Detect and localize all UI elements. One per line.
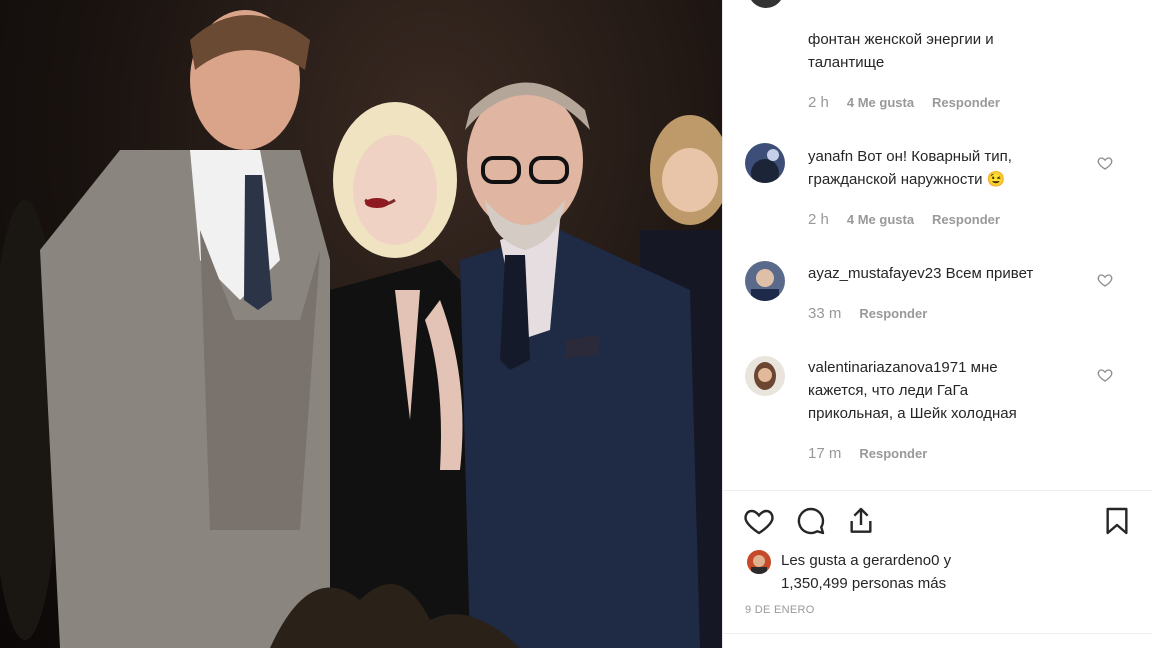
divider bbox=[723, 633, 1152, 634]
share-icon[interactable] bbox=[845, 505, 877, 537]
comment-meta: 17 m Responder bbox=[808, 445, 927, 462]
divider bbox=[723, 490, 1152, 491]
comment-line: Вот он! Коварный тип, bbox=[857, 148, 1012, 165]
reply-button[interactable]: Responder bbox=[859, 306, 927, 321]
comment-line: гражданской наружности 😉 bbox=[808, 171, 1006, 188]
comment-text: фонтан женской энергии и талантище bbox=[808, 28, 1108, 74]
reply-button[interactable]: Responder bbox=[932, 95, 1000, 110]
avatar-image bbox=[747, 550, 771, 574]
comment-line: прикольная, а Шейк холодная bbox=[808, 405, 1017, 422]
reply-button[interactable]: Responder bbox=[859, 446, 927, 461]
bookmark-icon[interactable] bbox=[1101, 505, 1133, 537]
comment-text: yanafn Вот он! Коварный тип, гражданской… bbox=[808, 145, 1108, 191]
comment-username[interactable]: yanafn bbox=[808, 148, 853, 165]
comment-line: мне bbox=[970, 359, 998, 376]
comment-time[interactable]: 33 m bbox=[808, 305, 841, 322]
comment-text: ayaz_mustafayev23 Всем привет bbox=[808, 262, 1108, 285]
avatar-image bbox=[745, 143, 785, 183]
comment-time[interactable]: 2 h bbox=[808, 94, 829, 111]
avatar[interactable] bbox=[745, 143, 785, 183]
avatar[interactable] bbox=[745, 356, 785, 396]
post-photo-illustration bbox=[0, 10, 722, 648]
comment-meta: 2 h 4 Me gusta Responder bbox=[808, 211, 1000, 228]
comment-like-heart-icon[interactable] bbox=[1097, 155, 1113, 171]
comment-likes[interactable]: 4 Me gusta bbox=[847, 212, 914, 227]
comment-username[interactable]: ayaz_mustafayev23 bbox=[808, 265, 941, 282]
avatar[interactable] bbox=[745, 261, 785, 301]
comment-line: фонтан женской энергии и bbox=[808, 31, 994, 48]
comment-meta: 2 h 4 Me gusta Responder bbox=[808, 94, 1000, 111]
comment-line: кажется, что леди ГаГа bbox=[808, 382, 969, 399]
likes-summary[interactable]: Les gusta a gerardeno0 y 1,350,499 perso… bbox=[781, 549, 951, 595]
comment-time[interactable]: 2 h bbox=[808, 211, 829, 228]
comment-line: талантище bbox=[808, 54, 885, 71]
post-photo[interactable] bbox=[0, 0, 722, 648]
comment-line: Всем привет bbox=[945, 265, 1034, 282]
avatar-image bbox=[745, 261, 785, 301]
avatar[interactable] bbox=[747, 550, 771, 574]
comment-text: valentinariazanova1971 мне кажется, что … bbox=[808, 356, 1108, 425]
comment-icon[interactable] bbox=[795, 505, 827, 537]
heart-icon[interactable] bbox=[743, 505, 775, 537]
likes-line: Les gusta a gerardeno0 y bbox=[781, 552, 952, 569]
comment-likes[interactable]: 4 Me gusta bbox=[847, 95, 914, 110]
comment-meta: 33 m Responder bbox=[808, 305, 927, 322]
post-date[interactable]: 9 DE ENERO bbox=[745, 604, 815, 616]
avatar-image bbox=[745, 356, 785, 396]
comment-like-heart-icon[interactable] bbox=[1097, 367, 1113, 383]
comment-like-heart-icon[interactable] bbox=[1097, 272, 1113, 288]
likes-count[interactable]: 1,350,499 personas más bbox=[781, 575, 946, 592]
comment-time[interactable]: 17 m bbox=[808, 445, 841, 462]
reply-button[interactable]: Responder bbox=[932, 212, 1000, 227]
comment-username[interactable]: valentinariazanova1971 bbox=[808, 359, 966, 376]
